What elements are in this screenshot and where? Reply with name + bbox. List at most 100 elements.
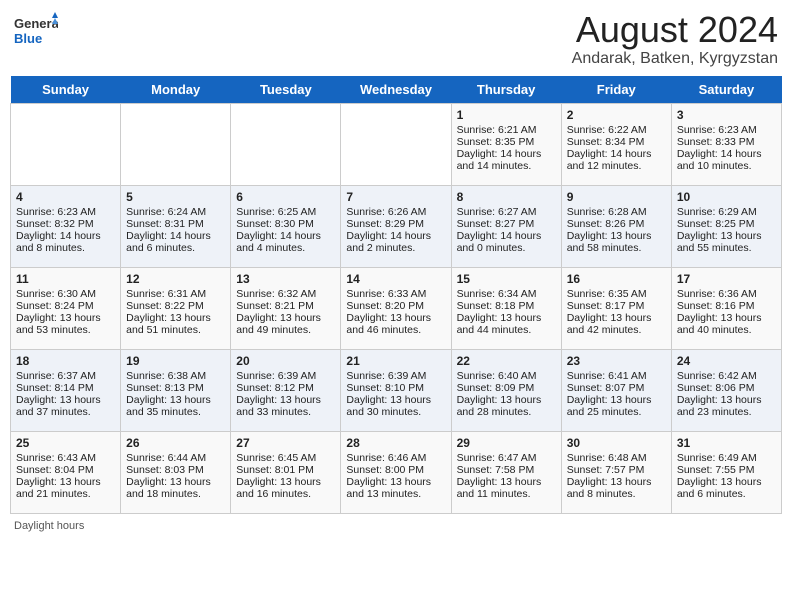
day-info: Daylight: 13 hours and 30 minutes. bbox=[346, 394, 445, 418]
day-info: Daylight: 13 hours and 23 minutes. bbox=[677, 394, 776, 418]
calendar-cell: 11Sunrise: 6:30 AMSunset: 8:24 PMDayligh… bbox=[11, 267, 121, 349]
day-info: Sunset: 8:17 PM bbox=[567, 300, 666, 312]
calendar-cell: 3Sunrise: 6:23 AMSunset: 8:33 PMDaylight… bbox=[671, 103, 781, 185]
day-info: Sunset: 8:29 PM bbox=[346, 218, 445, 230]
day-number: 9 bbox=[567, 190, 666, 204]
day-info: Daylight: 14 hours and 10 minutes. bbox=[677, 148, 776, 172]
calendar-cell: 6Sunrise: 6:25 AMSunset: 8:30 PMDaylight… bbox=[231, 185, 341, 267]
day-info: Sunrise: 6:38 AM bbox=[126, 370, 225, 382]
day-info: Sunset: 8:24 PM bbox=[16, 300, 115, 312]
day-number: 22 bbox=[457, 354, 556, 368]
day-info: Sunrise: 6:30 AM bbox=[16, 288, 115, 300]
day-info: Sunrise: 6:24 AM bbox=[126, 206, 225, 218]
day-number: 16 bbox=[567, 272, 666, 286]
calendar-table: SundayMondayTuesdayWednesdayThursdayFrid… bbox=[10, 76, 782, 514]
day-info: Sunset: 8:33 PM bbox=[677, 136, 776, 148]
day-number: 7 bbox=[346, 190, 445, 204]
day-info: Sunset: 8:12 PM bbox=[236, 382, 335, 394]
day-info: Sunset: 8:35 PM bbox=[457, 136, 556, 148]
day-number: 26 bbox=[126, 436, 225, 450]
day-number: 18 bbox=[16, 354, 115, 368]
day-info: Daylight: 13 hours and 44 minutes. bbox=[457, 312, 556, 336]
day-info: Sunset: 8:00 PM bbox=[346, 464, 445, 476]
calendar-cell: 4Sunrise: 6:23 AMSunset: 8:32 PMDaylight… bbox=[11, 185, 121, 267]
day-number: 5 bbox=[126, 190, 225, 204]
logo-icon: General Blue bbox=[14, 10, 58, 50]
title-block: August 2024 Andarak, Batken, Kyrgyzstan bbox=[572, 10, 778, 68]
day-info: Sunrise: 6:34 AM bbox=[457, 288, 556, 300]
calendar-cell: 25Sunrise: 6:43 AMSunset: 8:04 PMDayligh… bbox=[11, 431, 121, 513]
day-info: Sunset: 8:21 PM bbox=[236, 300, 335, 312]
svg-text:General: General bbox=[14, 16, 58, 31]
day-info: Daylight: 13 hours and 58 minutes. bbox=[567, 230, 666, 254]
calendar-cell: 16Sunrise: 6:35 AMSunset: 8:17 PMDayligh… bbox=[561, 267, 671, 349]
day-number: 13 bbox=[236, 272, 335, 286]
calendar-cell: 24 Sunrise: 6:42 AMSunset: 8:06 PMDayligh… bbox=[671, 349, 781, 431]
day-info: Sunrise: 6:44 AM bbox=[126, 452, 225, 464]
calendar-week-row: 18Sunrise: 6:37 AMSunset: 8:14 PMDayligh… bbox=[11, 349, 782, 431]
calendar-cell bbox=[341, 103, 451, 185]
day-number: 30 bbox=[567, 436, 666, 450]
day-info: Sunset: 8:16 PM bbox=[677, 300, 776, 312]
page-header: General Blue August 2024 Andarak, Batken… bbox=[10, 10, 782, 68]
calendar-cell: 19Sunrise: 6:38 AMSunset: 8:13 PMDayligh… bbox=[121, 349, 231, 431]
day-info: Sunset: 8:04 PM bbox=[16, 464, 115, 476]
calendar-cell: 12Sunrise: 6:31 AMSunset: 8:22 PMDayligh… bbox=[121, 267, 231, 349]
calendar-cell: 13Sunrise: 6:32 AMSunset: 8:21 PMDayligh… bbox=[231, 267, 341, 349]
day-number: 28 bbox=[346, 436, 445, 450]
calendar-cell: 26 Sunrise: 6:44 AMSunset: 8:03 PMDayligh… bbox=[121, 431, 231, 513]
day-number: 1 bbox=[457, 108, 556, 122]
day-info: Sunset: 8:03 PM bbox=[126, 464, 225, 476]
svg-text:Blue: Blue bbox=[14, 31, 42, 46]
day-info: Sunset: 8:26 PM bbox=[567, 218, 666, 230]
day-info: Daylight: 13 hours and 33 minutes. bbox=[236, 394, 335, 418]
day-info: Daylight: 13 hours and 18 minutes. bbox=[126, 476, 225, 500]
day-info: Sunrise: 6:36 AM bbox=[677, 288, 776, 300]
calendar-cell: 5Sunrise: 6:24 AMSunset: 8:31 PMDaylight… bbox=[121, 185, 231, 267]
day-info: Daylight: 13 hours and 42 minutes. bbox=[567, 312, 666, 336]
calendar-cell: 7Sunrise: 6:26 AMSunset: 8:29 PMDaylight… bbox=[341, 185, 451, 267]
day-info: Sunrise: 6:47 AM bbox=[457, 452, 556, 464]
calendar-header-row: SundayMondayTuesdayWednesdayThursdayFrid… bbox=[11, 76, 782, 104]
calendar-cell: 30Sunrise: 6:48 AMSunset: 7:57 PMDayligh… bbox=[561, 431, 671, 513]
day-number: 2 bbox=[567, 108, 666, 122]
day-info: Sunrise: 6:45 AM bbox=[236, 452, 335, 464]
day-info: Sunset: 8:13 PM bbox=[126, 382, 225, 394]
day-number: 25 bbox=[16, 436, 115, 450]
day-info: Sunset: 7:57 PM bbox=[567, 464, 666, 476]
day-info: Daylight: 13 hours and 16 minutes. bbox=[236, 476, 335, 500]
footer-text: Daylight hours bbox=[14, 520, 84, 532]
day-info: Sunset: 8:20 PM bbox=[346, 300, 445, 312]
day-info: Sunrise: 6:23 AM bbox=[677, 124, 776, 136]
calendar-cell: 31Sunrise: 6:49 AMSunset: 7:55 PMDayligh… bbox=[671, 431, 781, 513]
day-header-saturday: Saturday bbox=[671, 76, 781, 104]
day-number: 6 bbox=[236, 190, 335, 204]
day-info: Sunrise: 6:40 AM bbox=[457, 370, 556, 382]
day-header-wednesday: Wednesday bbox=[341, 76, 451, 104]
day-info: Sunrise: 6:26 AM bbox=[346, 206, 445, 218]
day-info: Sunrise: 6:22 AM bbox=[567, 124, 666, 136]
day-info: Daylight: 13 hours and 21 minutes. bbox=[16, 476, 115, 500]
day-info: Daylight: 13 hours and 13 minutes. bbox=[346, 476, 445, 500]
calendar-week-row: 25Sunrise: 6:43 AMSunset: 8:04 PMDayligh… bbox=[11, 431, 782, 513]
calendar-week-row: 11Sunrise: 6:30 AMSunset: 8:24 PMDayligh… bbox=[11, 267, 782, 349]
day-info: Sunrise: 6:39 AM bbox=[236, 370, 335, 382]
day-info: Sunset: 8:31 PM bbox=[126, 218, 225, 230]
calendar-cell bbox=[121, 103, 231, 185]
calendar-week-row: 1Sunrise: 6:21 AMSunset: 8:35 PMDaylight… bbox=[11, 103, 782, 185]
day-info: Sunrise: 6:49 AM bbox=[677, 452, 776, 464]
day-number: 8 bbox=[457, 190, 556, 204]
day-number: 10 bbox=[677, 190, 776, 204]
day-number: 24 bbox=[677, 354, 776, 368]
day-info: Daylight: 13 hours and 46 minutes. bbox=[346, 312, 445, 336]
calendar-cell: 28Sunrise: 6:46 AMSunset: 8:00 PMDayligh… bbox=[341, 431, 451, 513]
day-info: Sunset: 8:06 PM bbox=[677, 382, 776, 394]
day-number: 19 bbox=[126, 354, 225, 368]
calendar-cell: 8Sunrise: 6:27 AMSunset: 8:27 PMDaylight… bbox=[451, 185, 561, 267]
day-info: Sunrise: 6:42 AM bbox=[677, 370, 776, 382]
day-info: Sunrise: 6:41 AM bbox=[567, 370, 666, 382]
calendar-cell: 29Sunrise: 6:47 AMSunset: 7:58 PMDayligh… bbox=[451, 431, 561, 513]
day-info: Sunrise: 6:33 AM bbox=[346, 288, 445, 300]
calendar-cell bbox=[231, 103, 341, 185]
day-header-thursday: Thursday bbox=[451, 76, 561, 104]
